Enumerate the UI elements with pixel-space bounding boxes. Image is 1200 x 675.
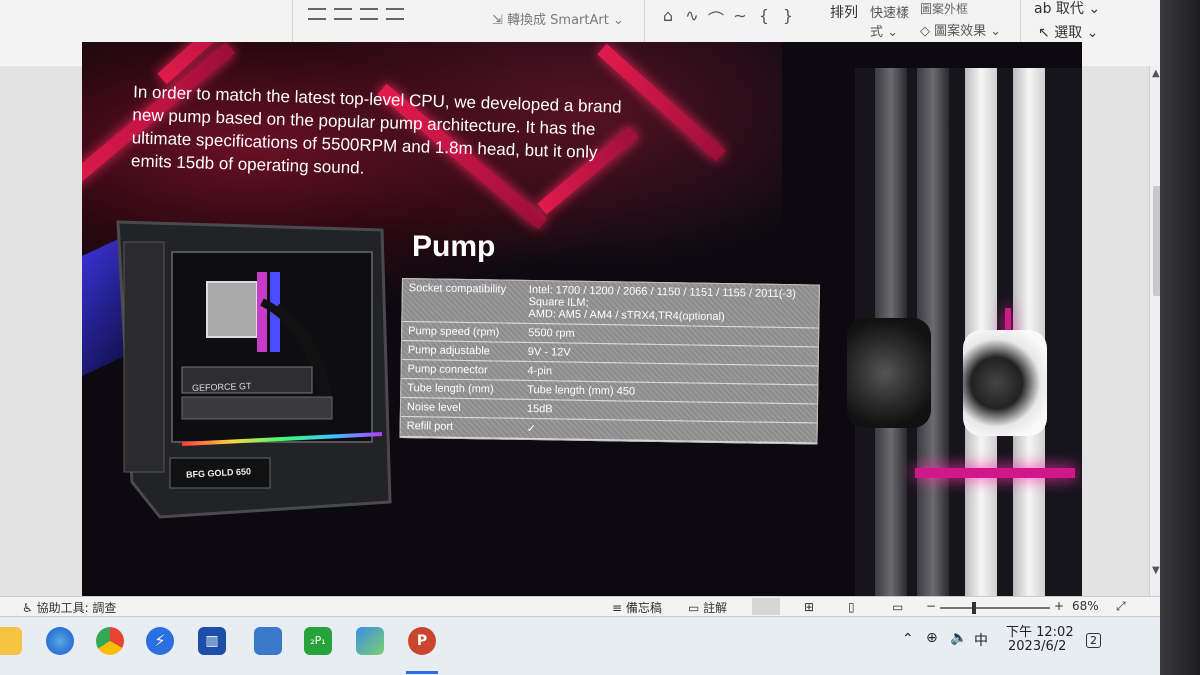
shape-outline-button[interactable]: 圖案外框: [920, 0, 968, 17]
calculator-app-icon[interactable]: ▥: [198, 627, 226, 655]
align-left-icon[interactable]: [308, 8, 326, 20]
status-bar: ♿ 協助工具: 調查 ≡ 備忘稿 ▭ 註解 ⊞ ▯ ▭ − + 68% ⤢: [0, 596, 1180, 617]
chevron-down-icon: ⌄: [1082, 25, 1099, 41]
normal-view-button[interactable]: [752, 598, 780, 615]
spec-value: ✓: [521, 419, 817, 443]
spec-key: Tube length (mm): [407, 382, 494, 396]
spec-key: Refill port: [406, 420, 454, 433]
spec-key: Pump adjustable: [407, 344, 490, 358]
document-app-icon[interactable]: [254, 627, 282, 655]
ime-indicator[interactable]: 中: [974, 630, 988, 650]
chrome-icon[interactable]: [96, 627, 124, 655]
replace-button[interactable]: ab 取代 ⌄: [1034, 0, 1100, 18]
shape-brace-left-icon: {: [758, 6, 770, 25]
spec-key: Pump speed (rpm): [408, 325, 500, 339]
scroll-down-icon[interactable]: ▼: [1152, 565, 1160, 576]
zoom-level[interactable]: 68%: [1072, 599, 1099, 613]
shape-gallery[interactable]: ⌂ ∿ ⌒ ∼ {}: [658, 6, 798, 30]
shape-curve-icon: ∿: [685, 6, 699, 25]
chevron-down-icon: ⌄: [1083, 1, 1101, 17]
spec-value-line: Tube length (mm) 450: [527, 383, 636, 398]
cursor-icon: ↖: [1038, 25, 1055, 41]
chevron-down-icon: ⌄: [608, 13, 624, 28]
slide-title[interactable]: Pump: [412, 230, 495, 264]
file-explorer-icon[interactable]: [0, 627, 22, 655]
align-center-icon[interactable]: [334, 8, 352, 20]
quick-styles-button[interactable]: 快速樣式 ⌄: [870, 2, 909, 40]
active-app-indicator: [406, 671, 438, 674]
comment-icon: ▭: [688, 601, 704, 615]
volume-icon[interactable]: 🔈: [950, 630, 967, 646]
shape-arc-icon: ⌒: [707, 10, 724, 29]
photos-app-icon[interactable]: [356, 627, 384, 655]
pump-clamp-white: [963, 330, 1047, 436]
show-hidden-icons[interactable]: ⌃: [902, 631, 914, 647]
gpu-label: GEFORCE GT: [191, 380, 252, 394]
comments-button[interactable]: ▭ 註解: [688, 599, 727, 616]
accessibility-status[interactable]: ♿ 協助工具: 調查: [22, 599, 116, 616]
screen: 字型 ⇲ 轉換成 SmartArt ⌄ 段落 ⌂∿⌒∼{} 排列 快速樣式 ⌄ …: [0, 0, 1180, 675]
slideshow-icon[interactable]: ▭: [892, 600, 903, 614]
magenta-light: [915, 468, 1075, 478]
convert-smartart-button[interactable]: ⇲ 轉換成 SmartArt ⌄: [492, 9, 624, 28]
align-right-icon[interactable]: [360, 8, 378, 20]
network-icon[interactable]: ⊕: [926, 630, 938, 646]
smartart-icon: ⇲: [492, 13, 508, 28]
green-app-icon[interactable]: ₂P₁: [304, 627, 332, 655]
clock-time[interactable]: 下午 12:02: [1006, 621, 1074, 640]
spec-key: Noise level: [406, 401, 461, 414]
powerpoint-icon[interactable]: P: [408, 627, 436, 655]
pc-case-illustration: [116, 220, 392, 519]
select-button[interactable]: ↖ 選取 ⌄: [1038, 22, 1098, 42]
pump-clamp-black: [847, 318, 931, 428]
shape-brace-right-icon: }: [782, 6, 794, 25]
fit-slide-icon[interactable]: ⤢: [1116, 599, 1126, 614]
zoom-slider[interactable]: [940, 602, 1050, 614]
spec-table[interactable]: Socket compatibility Intel: 1700 / 1200 /…: [399, 278, 820, 445]
zoom-out-icon[interactable]: −: [926, 599, 936, 613]
scroll-up-icon[interactable]: ▲: [1152, 68, 1160, 79]
edge-browser-icon[interactable]: [46, 627, 74, 655]
spec-row: Socket compatibility Intel: 1700 / 1200 /…: [402, 279, 819, 329]
spec-value-line: ✓: [526, 422, 536, 436]
clock-date[interactable]: 2023/6/2: [1008, 639, 1066, 654]
spec-value-line: 5500 rpm: [528, 326, 575, 340]
spec-value-line: 9V - 12V: [527, 345, 571, 359]
intro-paragraph[interactable]: In order to match the latest top-level C…: [131, 80, 624, 187]
shape-wave-icon: ∼: [733, 6, 747, 25]
shape-effect-button[interactable]: ◇ 圖案效果 ⌄: [920, 20, 1001, 39]
chevron-down-icon: ⌄: [986, 24, 1002, 39]
slide-canvas[interactable]: In order to match the latest top-level C…: [82, 42, 1082, 604]
spec-value-line: 4-pin: [527, 364, 553, 378]
spec-key: Pump connector: [407, 363, 488, 377]
notes-button[interactable]: ≡ 備忘稿: [612, 599, 662, 616]
shape-effect-icon: ◇: [920, 24, 935, 39]
alignment-buttons[interactable]: [308, 8, 428, 20]
justify-icon[interactable]: [386, 8, 404, 20]
monitor-bezel: [1160, 0, 1200, 675]
reading-view-icon[interactable]: ▯: [848, 600, 855, 614]
notes-icon: ≡: [612, 601, 626, 615]
replace-icon: ab: [1034, 1, 1056, 17]
spec-key: Socket compatibility: [408, 282, 507, 296]
taskbar: ⚡ ▥ ₂P₁ P ⌃ ⊕ 🔈 中 下午 12:02 2023/6/2 2: [0, 616, 1180, 675]
zoom-in-icon[interactable]: +: [1054, 599, 1064, 613]
slide-sorter-icon[interactable]: ⊞: [804, 600, 814, 614]
product-photo: [847, 68, 1082, 604]
chevron-down-icon: ⌄: [883, 25, 899, 40]
arrange-button[interactable]: 排列: [830, 2, 858, 22]
spec-value: Intel: 1700 / 1200 / 2066 / 1150 / 1151 …: [522, 281, 819, 328]
accessibility-icon: ♿: [22, 601, 37, 615]
spec-value-line: 15dB: [526, 402, 553, 416]
lightning-app-icon[interactable]: ⚡: [146, 627, 174, 655]
pc-case-image: GEFORCE GT BFG GOLD 650: [112, 212, 392, 522]
notification-badge[interactable]: 2: [1086, 633, 1101, 648]
zoom-slider-thumb[interactable]: [972, 602, 976, 614]
shape-freeform-icon: ⌂: [662, 6, 674, 25]
